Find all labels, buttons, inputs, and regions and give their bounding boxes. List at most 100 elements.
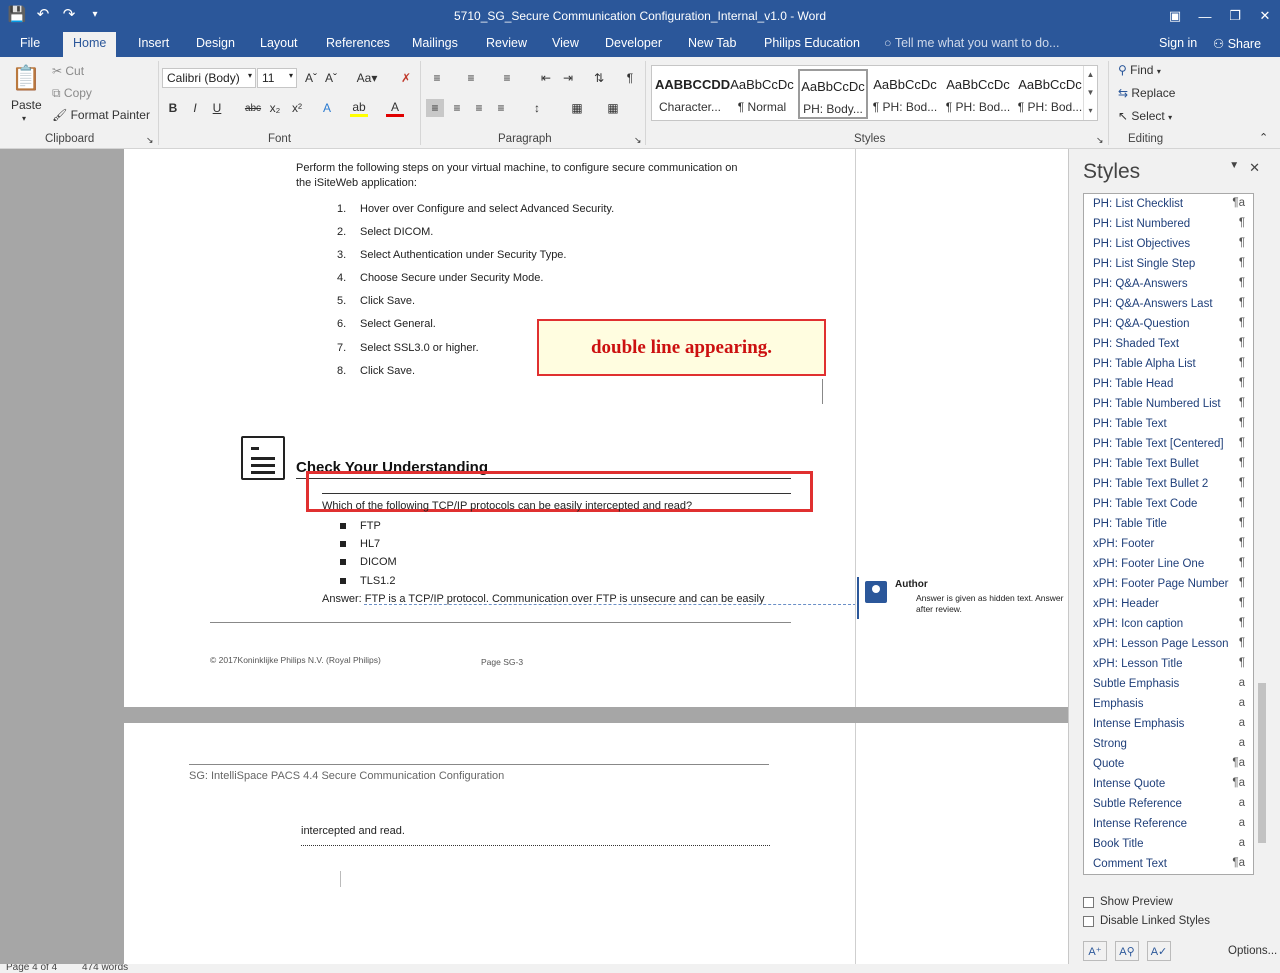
paragraph-launcher-icon[interactable]: ↘ <box>634 135 642 146</box>
underline-icon[interactable]: U <box>208 99 226 117</box>
pilcrow-icon[interactable]: ¶ <box>621 69 639 87</box>
borders-icon[interactable]: ▦ <box>604 99 622 117</box>
change-case-icon[interactable]: Aa▾ <box>354 69 380 87</box>
clear-formatting-icon[interactable]: ✗ <box>397 69 415 87</box>
disable-linked-styles-checkbox[interactable]: Disable Linked Styles <box>1083 915 1210 927</box>
style-tile[interactable]: AaBbCcDc ¶ PH: Bod... <box>870 69 940 119</box>
style-item[interactable]: PH: Table Text Bullet 2 ¶ <box>1084 474 1253 494</box>
style-item[interactable]: PH: Table Alpha List ¶ <box>1084 354 1253 374</box>
style-item[interactable]: PH: Table Text Bullet ¶ <box>1084 454 1253 474</box>
step-text[interactable]: Select DICOM. <box>360 226 433 238</box>
footer-copyright[interactable]: © 2017Koninklijke Philips N.V. (Royal Ph… <box>210 655 381 665</box>
style-item[interactable]: Intense Reference a <box>1084 814 1253 834</box>
footer-page-number[interactable]: Page SG-3 <box>481 657 523 667</box>
step-text[interactable]: Click Save. <box>360 365 415 377</box>
step-text[interactable]: Hover over Configure and select Advanced… <box>360 203 614 215</box>
style-item[interactable]: PH: Table Title ¶ <box>1084 514 1253 534</box>
collapse-ribbon-icon[interactable]: ⌃ <box>1259 131 1268 144</box>
copy-button[interactable]: ⧉ Copy <box>52 86 92 101</box>
option-text[interactable]: FTP <box>360 520 381 532</box>
style-item[interactable]: Emphasis a <box>1084 694 1253 714</box>
step-text[interactable]: Choose Secure under Security Mode. <box>360 272 543 284</box>
minimize-icon[interactable]: — <box>1190 0 1220 32</box>
style-item[interactable]: PH: Q&A-Answers Last ¶ <box>1084 294 1253 314</box>
restore-icon[interactable]: ❐ <box>1220 0 1250 32</box>
more-icon[interactable]: ▾ <box>1084 102 1097 120</box>
styles-launcher-icon[interactable]: ↘ <box>1096 135 1104 146</box>
tab-design[interactable]: Design <box>196 36 235 50</box>
checkbox-icon[interactable] <box>1083 915 1094 927</box>
strikethrough-icon[interactable]: abc <box>244 99 262 117</box>
style-tile[interactable]: AaBbCcDc ¶ PH: Bod... <box>1015 69 1085 119</box>
option-text[interactable]: DICOM <box>360 556 397 568</box>
style-item[interactable]: Subtle Emphasis a <box>1084 674 1253 694</box>
style-item[interactable]: PH: Table Text Code ¶ <box>1084 494 1253 514</box>
tab-layout[interactable]: Layout <box>260 36 298 50</box>
style-item[interactable]: xPH: Footer Page Number ¶ <box>1084 574 1253 594</box>
document-area[interactable]: Perform the following steps on your virt… <box>0 149 1068 964</box>
format-painter-button[interactable]: 🖌 Format Painter <box>52 108 150 122</box>
bold-icon[interactable]: B <box>164 99 182 117</box>
tab-home[interactable]: Home <box>63 32 117 57</box>
text-effects-icon[interactable]: A <box>318 99 336 117</box>
sort-icon[interactable]: ⇅ <box>590 69 608 87</box>
style-item[interactable]: PH: Table Numbered List ¶ <box>1084 394 1253 414</box>
replace-button[interactable]: ⇆ Replace <box>1118 86 1175 100</box>
styles-scrollbar[interactable] <box>1257 193 1267 875</box>
ribbon-display-icon[interactable]: ▣ <box>1160 0 1190 32</box>
font-name-combo[interactable]: Calibri (Body) ▾ <box>162 68 256 88</box>
paste-dropdown-icon[interactable]: ▾ <box>22 114 26 123</box>
tab-view[interactable]: View <box>552 36 579 50</box>
share-button[interactable]: ⚇ Share <box>1213 36 1261 51</box>
tell-me-box[interactable]: ○ Tell me what you want to do... <box>884 36 1059 50</box>
cut-button[interactable]: ✂ Cut <box>52 64 84 78</box>
chevron-up-icon[interactable]: ▲ <box>1084 66 1097 84</box>
numbering-icon[interactable]: ≡ <box>462 69 480 87</box>
subscript-icon[interactable]: x₂ <box>266 99 284 117</box>
style-item[interactable]: PH: List Numbered ¶ <box>1084 214 1253 234</box>
style-item[interactable]: xPH: Footer Line One ¶ <box>1084 554 1253 574</box>
shading-icon[interactable]: ▦ <box>568 99 586 117</box>
step-text[interactable]: Click Save. <box>360 295 415 307</box>
bullets-icon[interactable]: ≡ <box>428 69 446 87</box>
close-icon[interactable]: ✕ <box>1250 0 1280 32</box>
style-item[interactable]: Intense Emphasis a <box>1084 714 1253 734</box>
style-tile[interactable]: AABBCCDD Character... <box>655 69 730 119</box>
new-style-icon[interactable]: A⁺ <box>1083 941 1107 961</box>
font-color-icon[interactable]: A <box>386 99 404 117</box>
tab-references[interactable]: References <box>326 36 390 50</box>
page-count[interactable]: Page 4 of 4 <box>6 964 57 973</box>
style-item[interactable]: PH: Shaded Text ¶ <box>1084 334 1253 354</box>
tab-review[interactable]: Review <box>486 36 527 50</box>
style-item[interactable]: PH: List Objectives ¶ <box>1084 234 1253 254</box>
tab-insert[interactable]: Insert <box>138 36 169 50</box>
style-tile-selected[interactable]: AaBbCcDc PH: Body... <box>798 69 868 119</box>
tab-philips-education[interactable]: Philips Education <box>764 36 860 50</box>
style-item[interactable]: Intense Quote ¶a <box>1084 774 1253 794</box>
scroll-thumb[interactable] <box>1258 683 1266 843</box>
page[interactable]: SG: IntelliSpace PACS 4.4 Secure Communi… <box>124 723 1068 964</box>
clipboard-launcher-icon[interactable]: ↘ <box>146 135 154 146</box>
step-text[interactable]: Select General. <box>360 318 436 330</box>
paste-icon[interactable]: 📋 <box>11 63 41 93</box>
highlight-icon[interactable]: ab <box>350 99 368 117</box>
show-preview-checkbox[interactable]: Show Preview <box>1083 896 1173 908</box>
tab-new-tab[interactable]: New Tab <box>688 36 736 50</box>
word-count[interactable]: 474 words <box>82 964 128 973</box>
style-item[interactable]: PH: List Single Step ¶ <box>1084 254 1253 274</box>
style-item[interactable]: Strong a <box>1084 734 1253 754</box>
comment-balloon[interactable]: Author Answer is given as hidden text. A… <box>857 577 1068 619</box>
style-item[interactable]: PH: Q&A-Answers ¶ <box>1084 274 1253 294</box>
align-center-icon[interactable]: ≡ <box>448 99 466 117</box>
align-right-icon[interactable]: ≡ <box>470 99 488 117</box>
style-item[interactable]: Quote ¶a <box>1084 754 1253 774</box>
align-left-icon[interactable]: ≡ <box>426 99 444 117</box>
close-icon[interactable]: ✕ <box>1249 160 1260 176</box>
line-spacing-icon[interactable]: ↕ <box>528 99 546 117</box>
style-item[interactable]: PH: Table Head ¶ <box>1084 374 1253 394</box>
chevron-down-icon[interactable]: ▼ <box>1084 84 1097 102</box>
select-button[interactable]: ↖ Select ▾ <box>1118 109 1172 123</box>
tab-mailings[interactable]: Mailings <box>412 36 458 50</box>
styles-list[interactable]: PH: List Checklist ¶a PH: List Numbered ¶ … <box>1083 193 1254 875</box>
style-item[interactable]: Subtle Reference a <box>1084 794 1253 814</box>
